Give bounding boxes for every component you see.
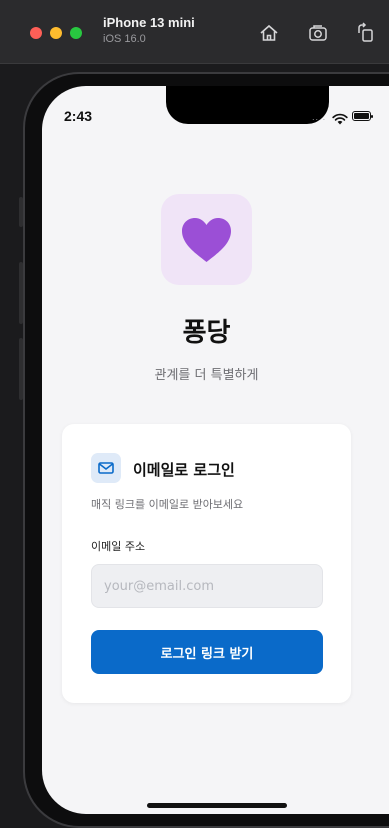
home-icon[interactable]	[258, 22, 280, 44]
mail-icon	[91, 453, 121, 483]
app-logo	[161, 194, 252, 285]
minimize-window-button[interactable]	[50, 27, 62, 39]
status-time: 2:43	[64, 108, 93, 124]
home-indicator[interactable]	[147, 803, 287, 808]
app-title: 퐁당	[182, 318, 231, 348]
login-card-title: 이메일로 로그인	[133, 461, 235, 479]
send-login-link-button[interactable]: 로그인 링크 받기	[91, 630, 323, 674]
simulator-titlebar: iPhone 13 mini iOS 16.0	[0, 0, 389, 64]
notch	[166, 86, 329, 124]
login-card: 이메일로 로그인 매직 링크를 이메일로 받아보세요 이메일 주소 로그인 링크…	[62, 424, 351, 703]
device-screen: 2:43 .... 퐁당 관계를 더 특별하게 이메일로 로그인 매직 링크를 …	[42, 86, 389, 814]
camera-icon[interactable]	[307, 22, 329, 44]
heart-icon	[182, 218, 231, 262]
status-icons: ....	[312, 110, 384, 125]
email-field[interactable]	[91, 564, 323, 608]
wifi-icon	[332, 110, 348, 125]
signal-icon: ....	[312, 113, 327, 122]
login-card-subtitle: 매직 링크를 이메일로 받아보세요	[91, 498, 244, 511]
battery-icon	[352, 111, 373, 121]
close-window-button[interactable]	[30, 27, 42, 39]
zoom-window-button[interactable]	[70, 27, 82, 39]
device-name: iPhone 13 mini	[103, 15, 195, 30]
email-label: 이메일 주소	[91, 540, 146, 553]
os-version: iOS 16.0	[103, 33, 146, 45]
rotate-icon[interactable]	[355, 22, 377, 44]
app-tagline: 관계를 더 특별하게	[154, 368, 259, 383]
